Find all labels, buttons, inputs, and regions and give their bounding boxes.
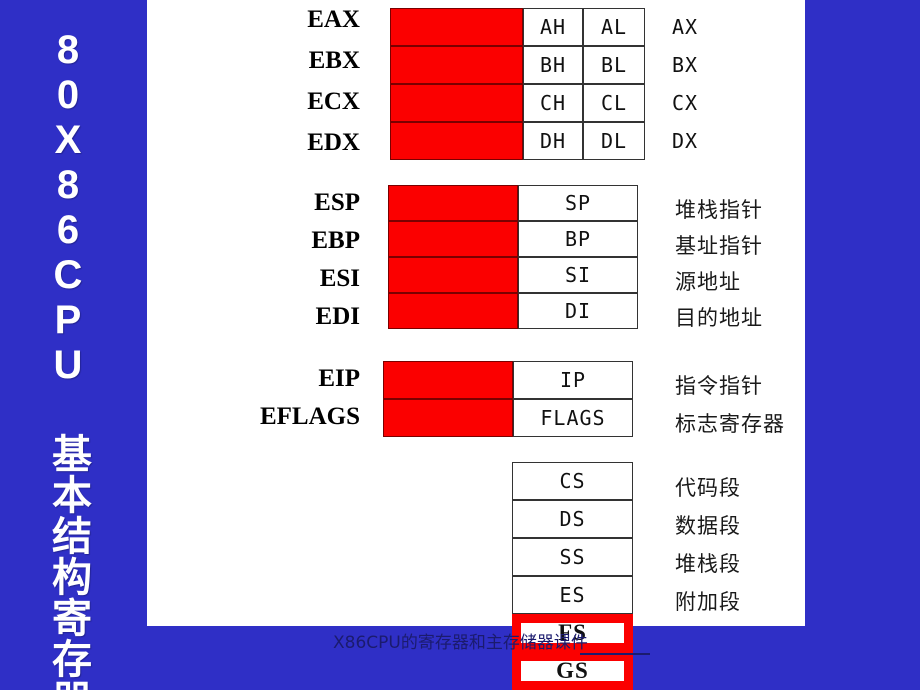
register-desc-edi: 目的地址: [675, 306, 763, 330]
register-word-name-dx: DX: [672, 122, 732, 160]
register-cell-ch: CH: [523, 84, 583, 122]
diagram-panel: EAX EBX ECX EDX AH AL BH BL CH CL DH DL …: [147, 0, 805, 626]
register-label-eflags: EFLAGS: [259, 403, 360, 430]
register-cell-flags: FLAGS: [513, 399, 633, 437]
register-desc-eflags: 标志寄存器: [675, 412, 785, 436]
segment-register-ss: SS: [512, 538, 633, 576]
register-cell-dh: DH: [523, 122, 583, 160]
page-title: 80X86CPU 基本结构寄存器组: [46, 28, 90, 690]
extended-half-block-edx: [390, 122, 523, 160]
register-word-name-bx: BX: [672, 46, 732, 84]
register-cell-di: DI: [518, 293, 638, 329]
footer-underline: [580, 653, 650, 655]
segment-register-gs: GS: [512, 652, 633, 690]
register-cell-ah: AH: [523, 8, 583, 46]
register-cell-sp: SP: [518, 185, 638, 221]
register-cell-ip: IP: [513, 361, 633, 399]
register-label-edi: EDI: [315, 303, 360, 330]
extended-half-block-eip: [383, 361, 513, 399]
extended-half-block-esp: [388, 185, 518, 221]
extended-half-block-edi: [388, 293, 518, 329]
register-word-name-cx: CX: [672, 84, 732, 122]
extended-half-block-esi: [388, 257, 518, 293]
register-cell-al: AL: [583, 8, 645, 46]
segment-register-ds: DS: [512, 500, 633, 538]
slide-canvas: 80X86CPU 基本结构寄存器组 EAX EBX ECX EDX AH AL …: [0, 0, 920, 690]
segment-desc-ss: 堆栈段: [675, 552, 741, 576]
segment-desc-es: 附加段: [675, 590, 741, 614]
register-desc-eip: 指令指针: [675, 374, 763, 398]
register-word-name-ax: AX: [672, 8, 732, 46]
register-label-ecx: ECX: [307, 88, 360, 115]
extended-half-block-ebx: [390, 46, 523, 84]
register-label-ebp: EBP: [311, 227, 360, 254]
register-cell-dl: DL: [583, 122, 645, 160]
segment-register-cs: CS: [512, 462, 633, 500]
register-desc-esp: 堆栈指针: [675, 198, 763, 222]
extended-half-block-eflags: [383, 399, 513, 437]
extended-half-block-eax: [390, 8, 523, 46]
footer-caption: X86CPU的寄存器和主存储器课件: [333, 633, 588, 653]
register-label-eax: EAX: [307, 6, 360, 33]
register-desc-ebp: 基址指针: [675, 234, 763, 258]
register-label-edx: EDX: [307, 129, 360, 156]
register-label-ebx: EBX: [308, 47, 360, 74]
register-label-esi: ESI: [319, 265, 360, 292]
segment-desc-cs: 代码段: [675, 476, 741, 500]
register-label-eip: EIP: [318, 365, 360, 392]
extended-half-block-ecx: [390, 84, 523, 122]
register-cell-bl: BL: [583, 46, 645, 84]
title-band: 80X86CPU 基本结构寄存器组: [0, 0, 147, 690]
register-cell-cl: CL: [583, 84, 645, 122]
segment-desc-ds: 数据段: [675, 514, 741, 538]
register-cell-bp: BP: [518, 221, 638, 257]
extended-half-block-ebp: [388, 221, 518, 257]
register-cell-bh: BH: [523, 46, 583, 84]
register-cell-si: SI: [518, 257, 638, 293]
register-desc-esi: 源地址: [675, 270, 741, 294]
segment-register-es: ES: [512, 576, 633, 614]
register-label-esp: ESP: [314, 189, 360, 216]
